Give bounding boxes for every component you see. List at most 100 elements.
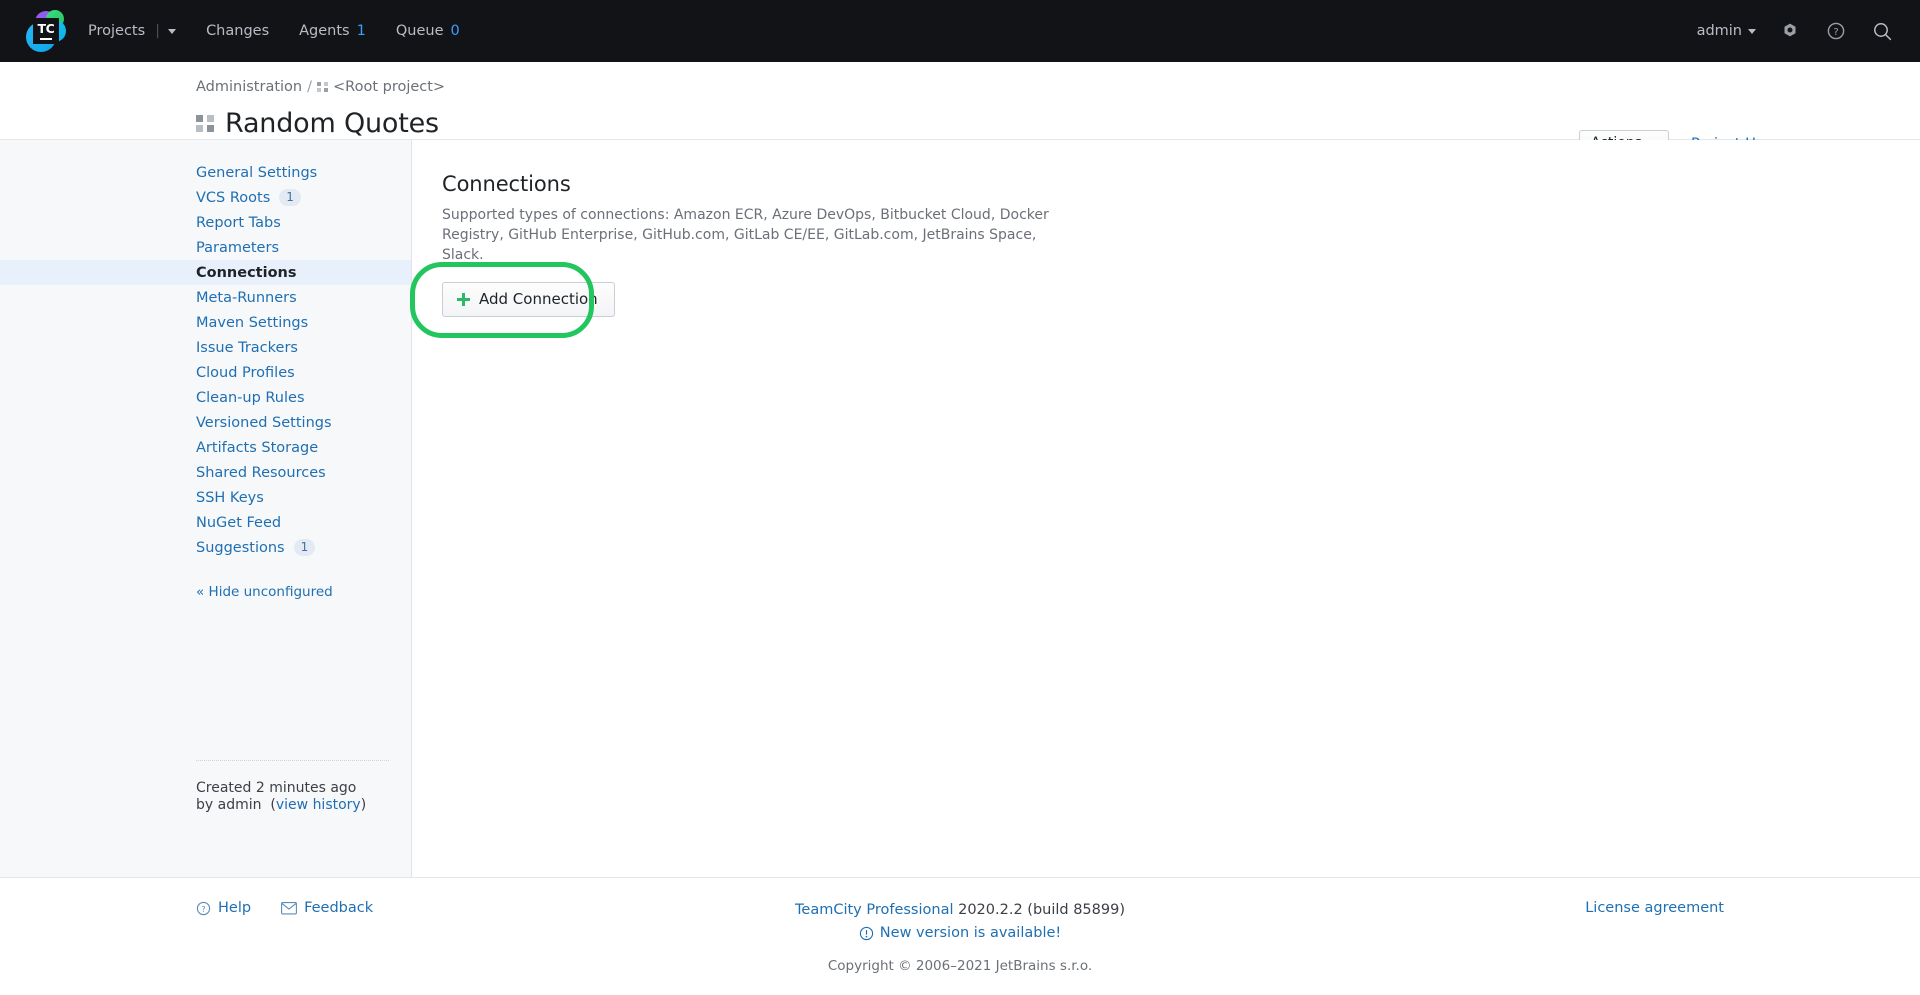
new-version-label: New version is available! xyxy=(879,925,1062,941)
project-grid-icon xyxy=(196,114,214,133)
page-title-text: Random Quotes xyxy=(225,108,439,139)
top-navigation-right: admin ? xyxy=(1697,0,1894,62)
info-icon xyxy=(859,926,873,941)
sidebar-item-general-settings[interactable]: General Settings xyxy=(0,160,411,185)
license-agreement-link[interactable]: License agreement xyxy=(1585,900,1724,916)
nav-item-changes[interactable]: Changes xyxy=(206,23,269,39)
created-timestamp: Created 2 minutes ago xyxy=(196,780,357,796)
logo-square: TC xyxy=(33,18,59,44)
new-version-row: New version is available! xyxy=(0,921,1920,948)
top-navigation-bar: TC Projects | Changes Agents 1 Queue 0 a… xyxy=(0,0,1920,62)
created-by-row: by admin (view history) xyxy=(196,797,366,813)
nav-divider: | xyxy=(155,23,161,39)
footer-help-label: Help xyxy=(218,900,252,916)
sidebar-item-label: Shared Resources xyxy=(196,464,326,481)
sidebar-item-maven-settings[interactable]: Maven Settings xyxy=(0,310,411,335)
nav-item-queue-label: Queue xyxy=(395,23,444,39)
chevron-down-icon[interactable] xyxy=(168,28,177,34)
sidebar-item-label: Report Tabs xyxy=(196,214,281,231)
sidebar-divider xyxy=(196,760,389,761)
add-connection-wrapper: Add Connection xyxy=(410,262,615,338)
breadcrumb-root-project[interactable]: <Root project> xyxy=(333,79,445,95)
footer-feedback-label: Feedback xyxy=(304,900,374,916)
sidebar-item-issue-trackers[interactable]: Issue Trackers xyxy=(0,335,411,360)
chevron-down-icon xyxy=(1748,28,1756,34)
nav-item-projects-label: Projects xyxy=(88,23,146,39)
gear-icon[interactable] xyxy=(1778,19,1802,43)
sidebar-item-suggestions[interactable]: Suggestions 1 xyxy=(0,535,411,560)
main-content: Connections Supported types of connectio… xyxy=(410,140,1920,877)
plus-icon xyxy=(457,292,470,306)
view-history-link[interactable]: view history xyxy=(276,797,361,813)
search-icon[interactable] xyxy=(1870,19,1894,43)
hide-unconfigured-link[interactable]: « Hide unconfigured xyxy=(0,584,411,600)
logo-underscore xyxy=(40,38,52,41)
sidebar-item-label: Parameters xyxy=(196,239,279,256)
connections-description: Supported types of connections: Amazon E… xyxy=(442,207,1049,263)
sidebar-item-nuget-feed[interactable]: NuGet Feed xyxy=(0,510,411,535)
sidebar-item-label: Meta-Runners xyxy=(196,289,297,306)
page-footer: ? Help Feedback TeamCity Professional 20… xyxy=(0,878,1920,995)
user-menu-label: admin xyxy=(1696,23,1742,39)
sidebar-item-report-tabs[interactable]: Report Tabs xyxy=(0,210,411,235)
sidebar-item-label: Clean-up Rules xyxy=(196,389,305,406)
nav-item-projects[interactable]: Projects | xyxy=(88,23,177,39)
envelope-icon xyxy=(281,901,298,914)
page-header: Administration / <Root project> Random Q… xyxy=(0,62,1920,157)
breadcrumb-separator: / xyxy=(307,79,312,95)
sidebar-item-vcs-roots[interactable]: VCS Roots 1 xyxy=(0,185,411,210)
product-name-link[interactable]: TeamCity Professional xyxy=(795,902,954,918)
sidebar-item-ssh-keys[interactable]: SSH Keys xyxy=(0,485,411,510)
sidebar-item-parameters[interactable]: Parameters xyxy=(0,235,411,260)
footer-right: License agreement xyxy=(1585,900,1724,916)
created-by-label: by admin xyxy=(196,797,262,813)
sidebar-item-label: Connections xyxy=(196,264,297,281)
product-version: 2020.2.2 (build 85899) xyxy=(958,902,1125,918)
settings-sidebar: General Settings VCS Roots 1 Report Tabs… xyxy=(0,140,412,877)
logo-text: TC xyxy=(37,20,55,36)
add-connection-label: Add Connection xyxy=(479,290,598,308)
agents-count: 1 xyxy=(356,23,366,39)
nav-item-agents[interactable]: Agents 1 xyxy=(299,23,366,39)
project-grid-icon xyxy=(317,81,328,93)
sidebar-item-cloud-profiles[interactable]: Cloud Profiles xyxy=(0,360,411,385)
footer-feedback-link[interactable]: Feedback xyxy=(281,900,373,916)
suggestions-badge: 1 xyxy=(293,539,316,556)
view-history-wrap: (view history) xyxy=(265,797,367,813)
sidebar-item-clean-up-rules[interactable]: Clean-up Rules xyxy=(0,385,411,410)
sidebar-item-connections[interactable]: Connections xyxy=(0,260,411,285)
add-connection-button[interactable]: Add Connection xyxy=(442,282,615,317)
copyright-text: Copyright © 2006–2021 JetBrains s.r.o. xyxy=(827,958,1093,974)
nav-item-changes-label: Changes xyxy=(206,23,270,39)
teamcity-logo[interactable]: TC xyxy=(24,10,66,52)
sidebar-item-label: Cloud Profiles xyxy=(196,364,295,381)
help-icon[interactable]: ? xyxy=(1824,19,1848,43)
breadcrumb-administration[interactable]: Administration xyxy=(196,79,302,95)
footer-left-links: ? Help Feedback xyxy=(196,900,373,916)
sidebar-item-shared-resources[interactable]: Shared Resources xyxy=(0,460,411,485)
new-version-link[interactable]: New version is available! xyxy=(859,923,1061,944)
svg-text:?: ? xyxy=(201,904,205,913)
sidebar-item-label: NuGet Feed xyxy=(196,514,282,531)
breadcrumb: Administration / <Root project> xyxy=(196,76,1920,98)
sidebar-item-artifacts-storage[interactable]: Artifacts Storage xyxy=(0,435,411,460)
connections-section-title: Connections xyxy=(442,172,571,196)
sidebar-item-label: Maven Settings xyxy=(196,314,309,331)
user-menu[interactable]: admin xyxy=(1697,23,1756,39)
sidebar-item-versioned-settings[interactable]: Versioned Settings xyxy=(0,410,411,435)
nav-item-agents-label: Agents xyxy=(299,23,350,39)
sidebar-item-meta-runners[interactable]: Meta-Runners xyxy=(0,285,411,310)
vcs-roots-badge: 1 xyxy=(279,189,301,206)
footer-help-link[interactable]: ? Help xyxy=(196,900,251,916)
sidebar-item-label: Artifacts Storage xyxy=(196,439,319,456)
svg-text:?: ? xyxy=(1833,27,1838,38)
queue-count: 0 xyxy=(450,23,460,39)
sidebar-item-label: Suggestions xyxy=(196,539,285,556)
help-icon: ? xyxy=(196,901,211,915)
project-created-info: Created 2 minutes ago by admin (view his… xyxy=(196,780,366,813)
sidebar-item-label: SSH Keys xyxy=(196,489,264,506)
nav-item-queue[interactable]: Queue 0 xyxy=(396,23,460,39)
sidebar-item-label: VCS Roots xyxy=(196,189,271,206)
page-body: General Settings VCS Roots 1 Report Tabs… xyxy=(0,139,1920,878)
sidebar-item-label: Issue Trackers xyxy=(196,339,298,356)
